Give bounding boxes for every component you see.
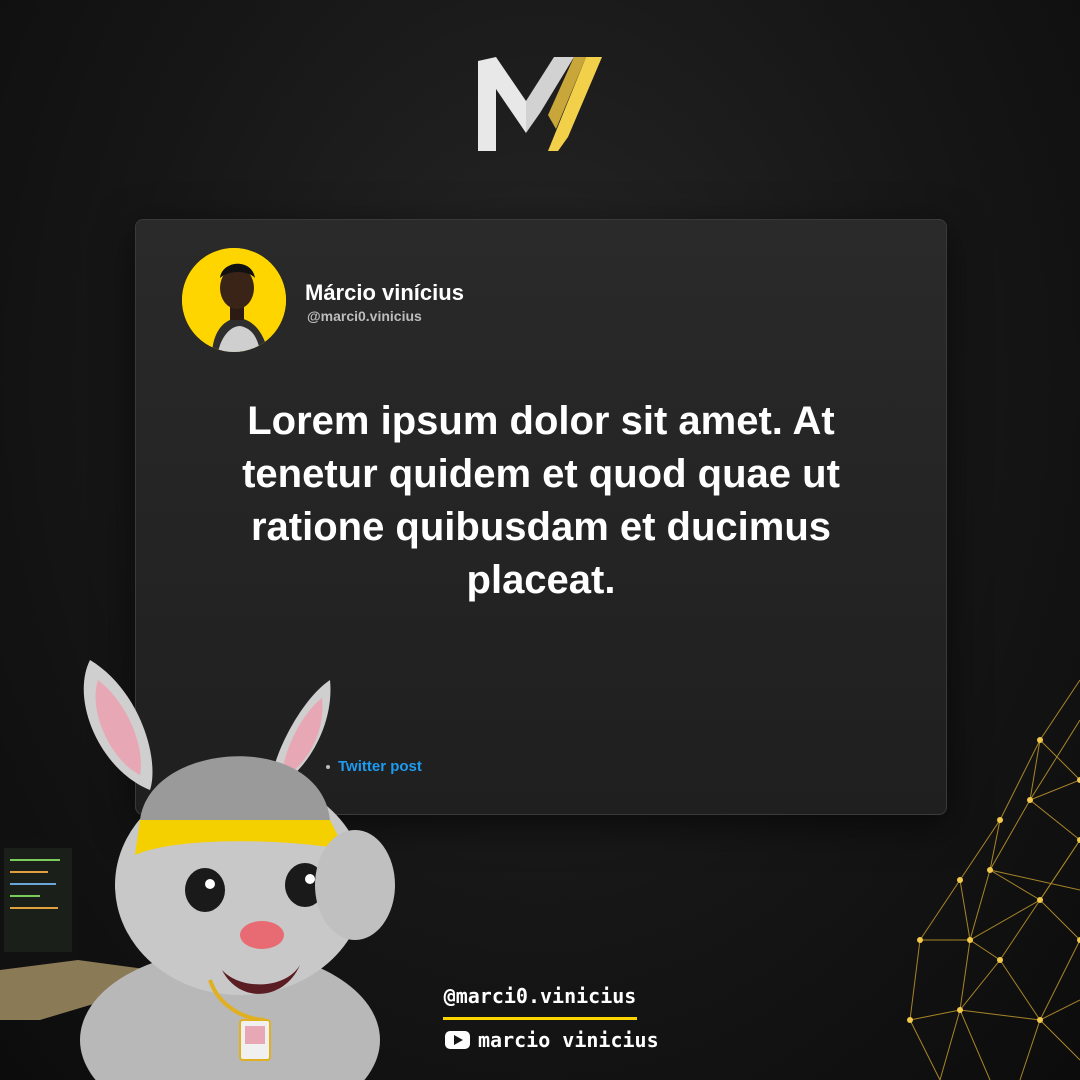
- golden-network-decoration: [907, 680, 1080, 1080]
- bunny-mascot-illustration: [0, 660, 395, 1080]
- youtube-channel[interactable]: marcio vinicius: [445, 1028, 659, 1052]
- author-avatar[interactable]: [182, 248, 286, 352]
- profile-photo-avatar: [182, 248, 286, 352]
- author-handle[interactable]: @marci0.vinicius: [307, 308, 422, 324]
- youtube-icon: [445, 1031, 470, 1049]
- author-name[interactable]: Márcio vinícius: [305, 280, 464, 306]
- brand-logo: [478, 57, 602, 151]
- footer-handle[interactable]: @marci0.vinicius: [443, 984, 637, 1008]
- youtube-channel-name[interactable]: marcio vinicius: [478, 1028, 659, 1052]
- post-text: Lorem ipsum dolor sit amet. At tenetur q…: [242, 399, 840, 602]
- footer-underline: [443, 1017, 637, 1020]
